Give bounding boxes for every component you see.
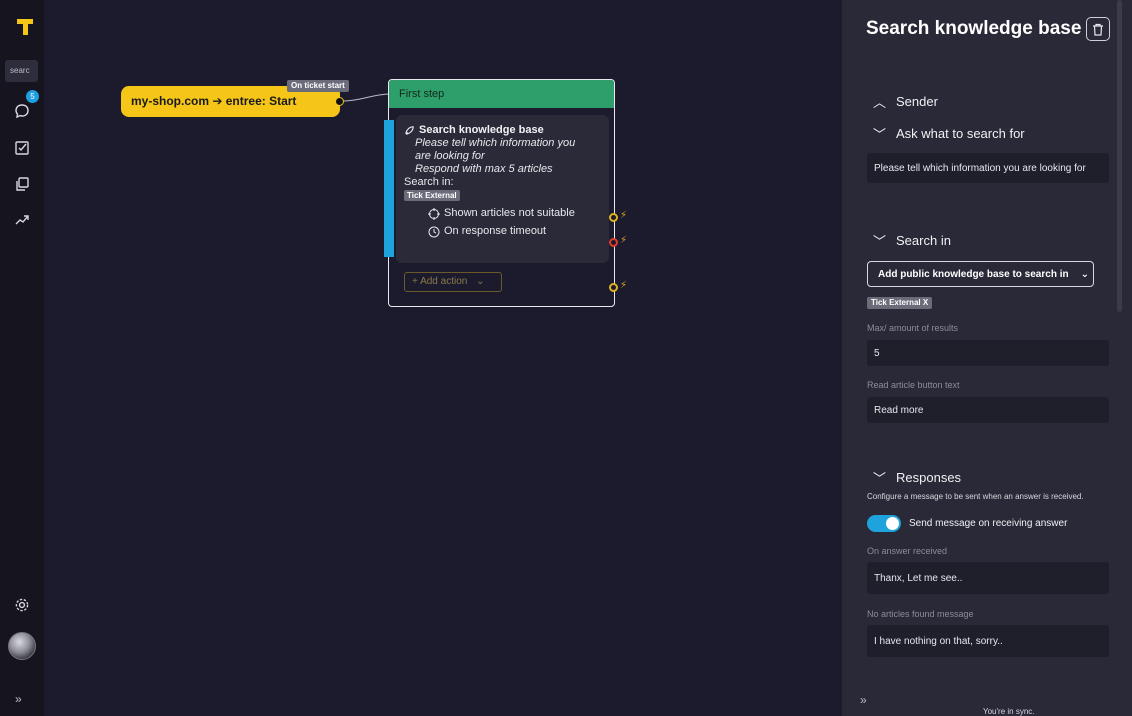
chevron-down-icon: ﹀ [873, 471, 887, 486]
section-responses-label: Responses [896, 470, 962, 485]
plus-icon: + [412, 276, 418, 287]
rocket-icon [405, 126, 414, 135]
section-responses[interactable]: ﹀ Responses [873, 468, 961, 487]
action-card[interactable]: Search knowledge base Please tell which … [396, 115, 609, 263]
step-accent-bar [384, 120, 394, 257]
kb-select[interactable]: Add public knowledge base to search in ⌄ [867, 261, 1094, 287]
app-root: searc 5 » my-shop.com ➔ entree: Start On… [0, 0, 1132, 716]
toggle-label: Send message on receiving answer [909, 518, 1068, 529]
delete-button[interactable] [1086, 17, 1110, 41]
sync-status: You're in sync. [983, 707, 1035, 716]
clock-icon [428, 226, 440, 237]
start-connector-dot[interactable] [335, 97, 344, 106]
panel-title: Search knowledge base [866, 18, 1082, 39]
start-trigger-tag: On ticket start [287, 80, 349, 92]
on-answer-input[interactable]: Thanx, Let me see.. [867, 562, 1109, 594]
section-search-in[interactable]: ﹀ Search in [873, 231, 951, 250]
section-ask-label: Ask what to search for [896, 126, 1025, 141]
chevron-down-icon: ﹀ [873, 234, 887, 249]
toggle-knob [886, 517, 899, 530]
branch-timeout[interactable]: On response timeout [428, 225, 601, 238]
kb-select-label: Add public knowledge base to search in [878, 268, 1069, 280]
target-icon [428, 207, 440, 220]
chevron-down-icon: ﹀ [873, 127, 887, 142]
unlink-icon[interactable]: ⚡ [620, 235, 627, 246]
no-articles-input[interactable]: I have nothing on that, sorry.. [867, 625, 1109, 657]
question-line-1: Please tell which information you [415, 137, 576, 149]
ask-input[interactable]: Please tell which information you are lo… [867, 153, 1109, 183]
send-message-toggle[interactable] [867, 515, 901, 532]
no-articles-label: No articles found message [867, 609, 974, 619]
section-search-in-label: Search in [896, 233, 951, 248]
responses-description: Configure a message to be sent when an a… [867, 492, 1084, 501]
chevron-down-icon: ⌄ [1080, 268, 1089, 280]
section-ask[interactable]: ﹀ Ask what to search for [873, 124, 1025, 143]
section-sender-label: Sender [896, 94, 938, 109]
read-button-label: Read article button text [867, 380, 960, 390]
add-action-button[interactable]: + Add action ⌄ [404, 272, 502, 292]
add-action-label: Add action [420, 276, 468, 287]
section-sender[interactable]: ︿ Sender [873, 92, 938, 111]
action-title-text: Search knowledge base [419, 124, 544, 136]
respond-line: Respond with max 5 articles [415, 163, 553, 175]
search-in-label: Search in: [404, 176, 454, 188]
search-in-badge: Tick External [404, 190, 460, 201]
max-results-label: Max/ amount of results [867, 323, 959, 333]
kb-badge[interactable]: Tick External X [867, 297, 933, 309]
connector-not-suitable[interactable] [609, 213, 618, 222]
unlink-icon[interactable]: ⚡ [620, 280, 627, 291]
trash-icon [1093, 23, 1103, 36]
panel-scrollbar[interactable] [1117, 0, 1122, 312]
connector-timeout[interactable] [609, 238, 618, 247]
branch-not-suitable[interactable]: Shown articles not suitable [428, 207, 601, 220]
step-header[interactable]: First step [389, 80, 614, 108]
branch-not-suitable-label: Shown articles not suitable [444, 207, 575, 219]
unlink-icon[interactable]: ⚡ [620, 210, 627, 221]
chevron-up-icon: ︿ [873, 95, 887, 110]
max-results-input[interactable]: 5 [867, 340, 1109, 366]
read-button-input[interactable]: Read more [867, 397, 1109, 423]
connector-step-out[interactable] [609, 283, 618, 292]
action-title: Search knowledge base [404, 124, 601, 137]
on-answer-label: On answer received [867, 546, 948, 556]
branch-timeout-label: On response timeout [444, 225, 547, 237]
question-line-2: are looking for [415, 150, 485, 162]
chevron-down-icon: ⌄ [476, 276, 485, 287]
expand-icon[interactable]: » [860, 693, 867, 707]
